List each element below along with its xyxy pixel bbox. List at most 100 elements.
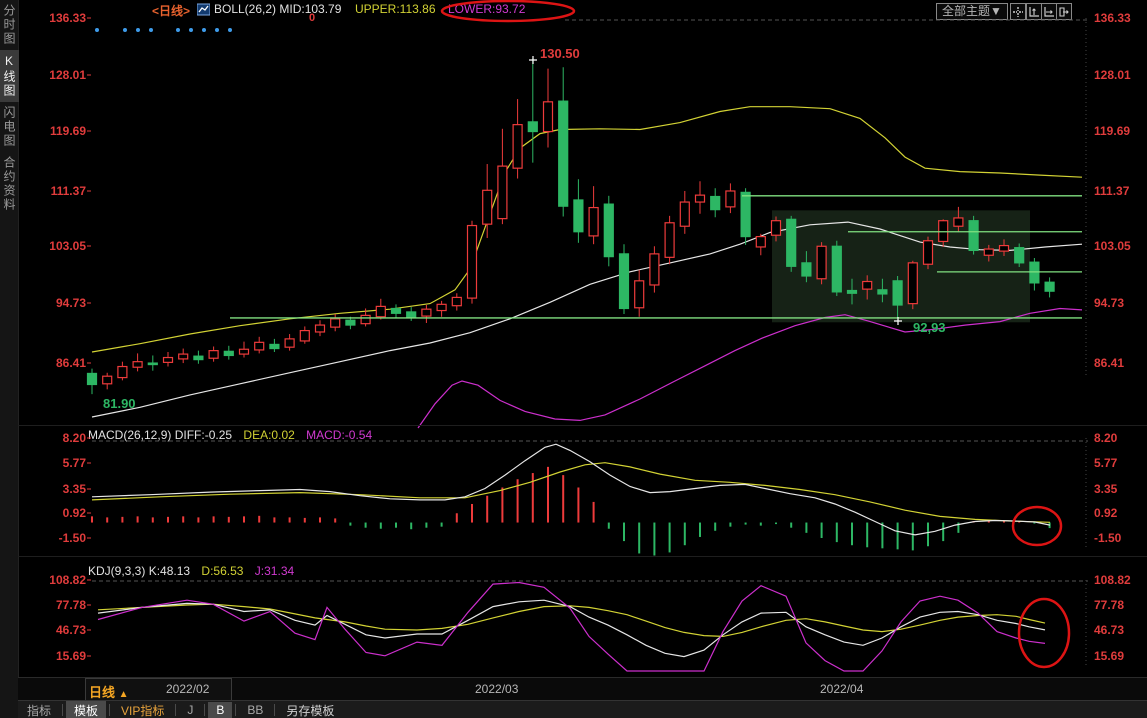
- chart-plot-area[interactable]: 136.33136.33128.01128.01119.69119.69111.…: [0, 0, 1147, 718]
- candle-body: [240, 349, 249, 354]
- candle-body: [559, 101, 568, 206]
- kdj-left-tick: 77.78: [56, 598, 86, 612]
- x-axis-label: 2022/04: [820, 682, 863, 696]
- kdj-right-tick: 15.69: [1094, 649, 1124, 663]
- macd-dea-line: [92, 463, 1050, 523]
- blue-dot-marker: [189, 28, 193, 32]
- candle-body: [452, 297, 461, 305]
- main-left-tick: 103.05: [49, 239, 86, 253]
- candle-body: [376, 306, 385, 316]
- blue-dot-marker: [202, 28, 206, 32]
- candle-body: [194, 356, 203, 359]
- candle-body: [817, 246, 826, 278]
- price-annotation-label: 81.90: [103, 396, 136, 411]
- candle-body: [802, 263, 811, 276]
- kdj-right-tick: 108.82: [1094, 573, 1131, 587]
- timeframe-selector[interactable]: 日线 ▲: [85, 678, 232, 701]
- candle-body: [407, 312, 416, 318]
- price-annotation-label: 130.50: [540, 46, 580, 61]
- toolbar-separator: [62, 704, 63, 716]
- candle-body: [133, 362, 142, 368]
- candle-body: [392, 308, 401, 313]
- candle-body: [969, 221, 978, 251]
- candle-body: [954, 218, 963, 226]
- candle-body: [498, 166, 507, 219]
- kdj-j-line: [98, 583, 1045, 672]
- candle-body: [589, 208, 598, 236]
- red-circle-annotation: [1019, 599, 1069, 667]
- candle-body: [361, 315, 370, 323]
- toolbar-item-1[interactable]: 模板: [66, 701, 106, 718]
- toolbar-item-6[interactable]: 另存模板: [278, 701, 342, 718]
- kdj-right-tick: 77.78: [1094, 598, 1124, 612]
- toolbar-item-5[interactable]: BB: [239, 702, 271, 718]
- timeframe-up-arrow-icon: ▲: [119, 689, 129, 700]
- candle-body: [255, 342, 264, 350]
- kline-chart-window: 分时图K线图闪电图合约资料 美原油连续 <日线> BOLL(26,2) MID:…: [0, 0, 1147, 718]
- candle-body: [528, 122, 537, 132]
- candle-body: [756, 237, 765, 247]
- candle-body: [924, 241, 933, 264]
- candle-body: [878, 290, 887, 294]
- candle-body: [285, 339, 294, 347]
- x-axis-label: 2022/03: [475, 682, 518, 696]
- main-right-tick: 128.01: [1094, 68, 1131, 82]
- blue-dot-marker: [215, 28, 219, 32]
- red-circle-annotation: [1013, 507, 1061, 545]
- candle-body: [711, 197, 720, 210]
- candle-body: [726, 191, 735, 207]
- candle-body: [179, 354, 188, 359]
- timeframe-label: 日线: [89, 685, 115, 700]
- candle-body: [118, 367, 127, 378]
- indicator-toolbar: 指标模板VIP指标JBBB另存模板: [18, 700, 1147, 718]
- main-right-tick: 103.05: [1094, 239, 1131, 253]
- boll-lower-line: [418, 309, 1082, 429]
- toolbar-separator: [274, 704, 275, 716]
- blue-dot-marker: [123, 28, 127, 32]
- candle-body: [1045, 282, 1054, 291]
- candle-body: [164, 358, 173, 363]
- kdj-left-tick: 15.69: [56, 649, 86, 663]
- toolbar-item-4[interactable]: B: [208, 702, 232, 718]
- main-right-tick: 94.73: [1094, 296, 1124, 310]
- main-left-tick: 94.73: [56, 296, 86, 310]
- toolbar-item-3[interactable]: J: [179, 702, 201, 718]
- toolbar-item-0[interactable]: 指标: [19, 701, 59, 718]
- candle-body: [224, 351, 233, 355]
- candle-body: [437, 304, 446, 310]
- kdj-right-tick: 46.73: [1094, 623, 1124, 637]
- candle-body: [1030, 262, 1039, 283]
- price-annotation-label: 92,93: [913, 320, 946, 335]
- candle-body: [680, 202, 689, 226]
- candle-body: [483, 190, 492, 224]
- main-right-tick: 111.37: [1094, 184, 1130, 198]
- macd-right-tick: -1.50: [1094, 531, 1122, 545]
- main-left-tick: 128.01: [49, 68, 86, 82]
- candle-body: [148, 363, 157, 365]
- candle-body: [984, 249, 993, 255]
- candle-body: [331, 319, 340, 327]
- candle-body: [787, 219, 796, 266]
- extreme-cross-marker: [529, 56, 537, 64]
- blue-dot-marker: [95, 28, 99, 32]
- candle-body: [863, 282, 872, 290]
- candle-body: [650, 254, 659, 285]
- toolbar-item-2[interactable]: VIP指标: [113, 701, 172, 718]
- candle-body: [468, 226, 477, 299]
- candle-body: [270, 344, 279, 348]
- candle-body: [772, 221, 781, 236]
- blue-dot-marker: [149, 28, 153, 32]
- candle-body: [422, 309, 431, 316]
- candle-body: [741, 192, 750, 236]
- time-axis-strip: 日线 ▲ 2022/02 2022/03 2022/04: [18, 677, 1147, 700]
- macd-left-tick: 0.92: [63, 506, 87, 520]
- candle-body: [209, 351, 218, 359]
- macd-right-tick: 3.35: [1094, 482, 1118, 496]
- candle-body: [939, 221, 948, 242]
- x-axis-label: 2022/02: [166, 682, 209, 696]
- candle-body: [665, 223, 674, 258]
- candle-body: [88, 373, 97, 384]
- main-right-tick: 86.41: [1094, 356, 1124, 370]
- main-left-tick: 136.33: [49, 11, 86, 25]
- blue-dot-marker: [136, 28, 140, 32]
